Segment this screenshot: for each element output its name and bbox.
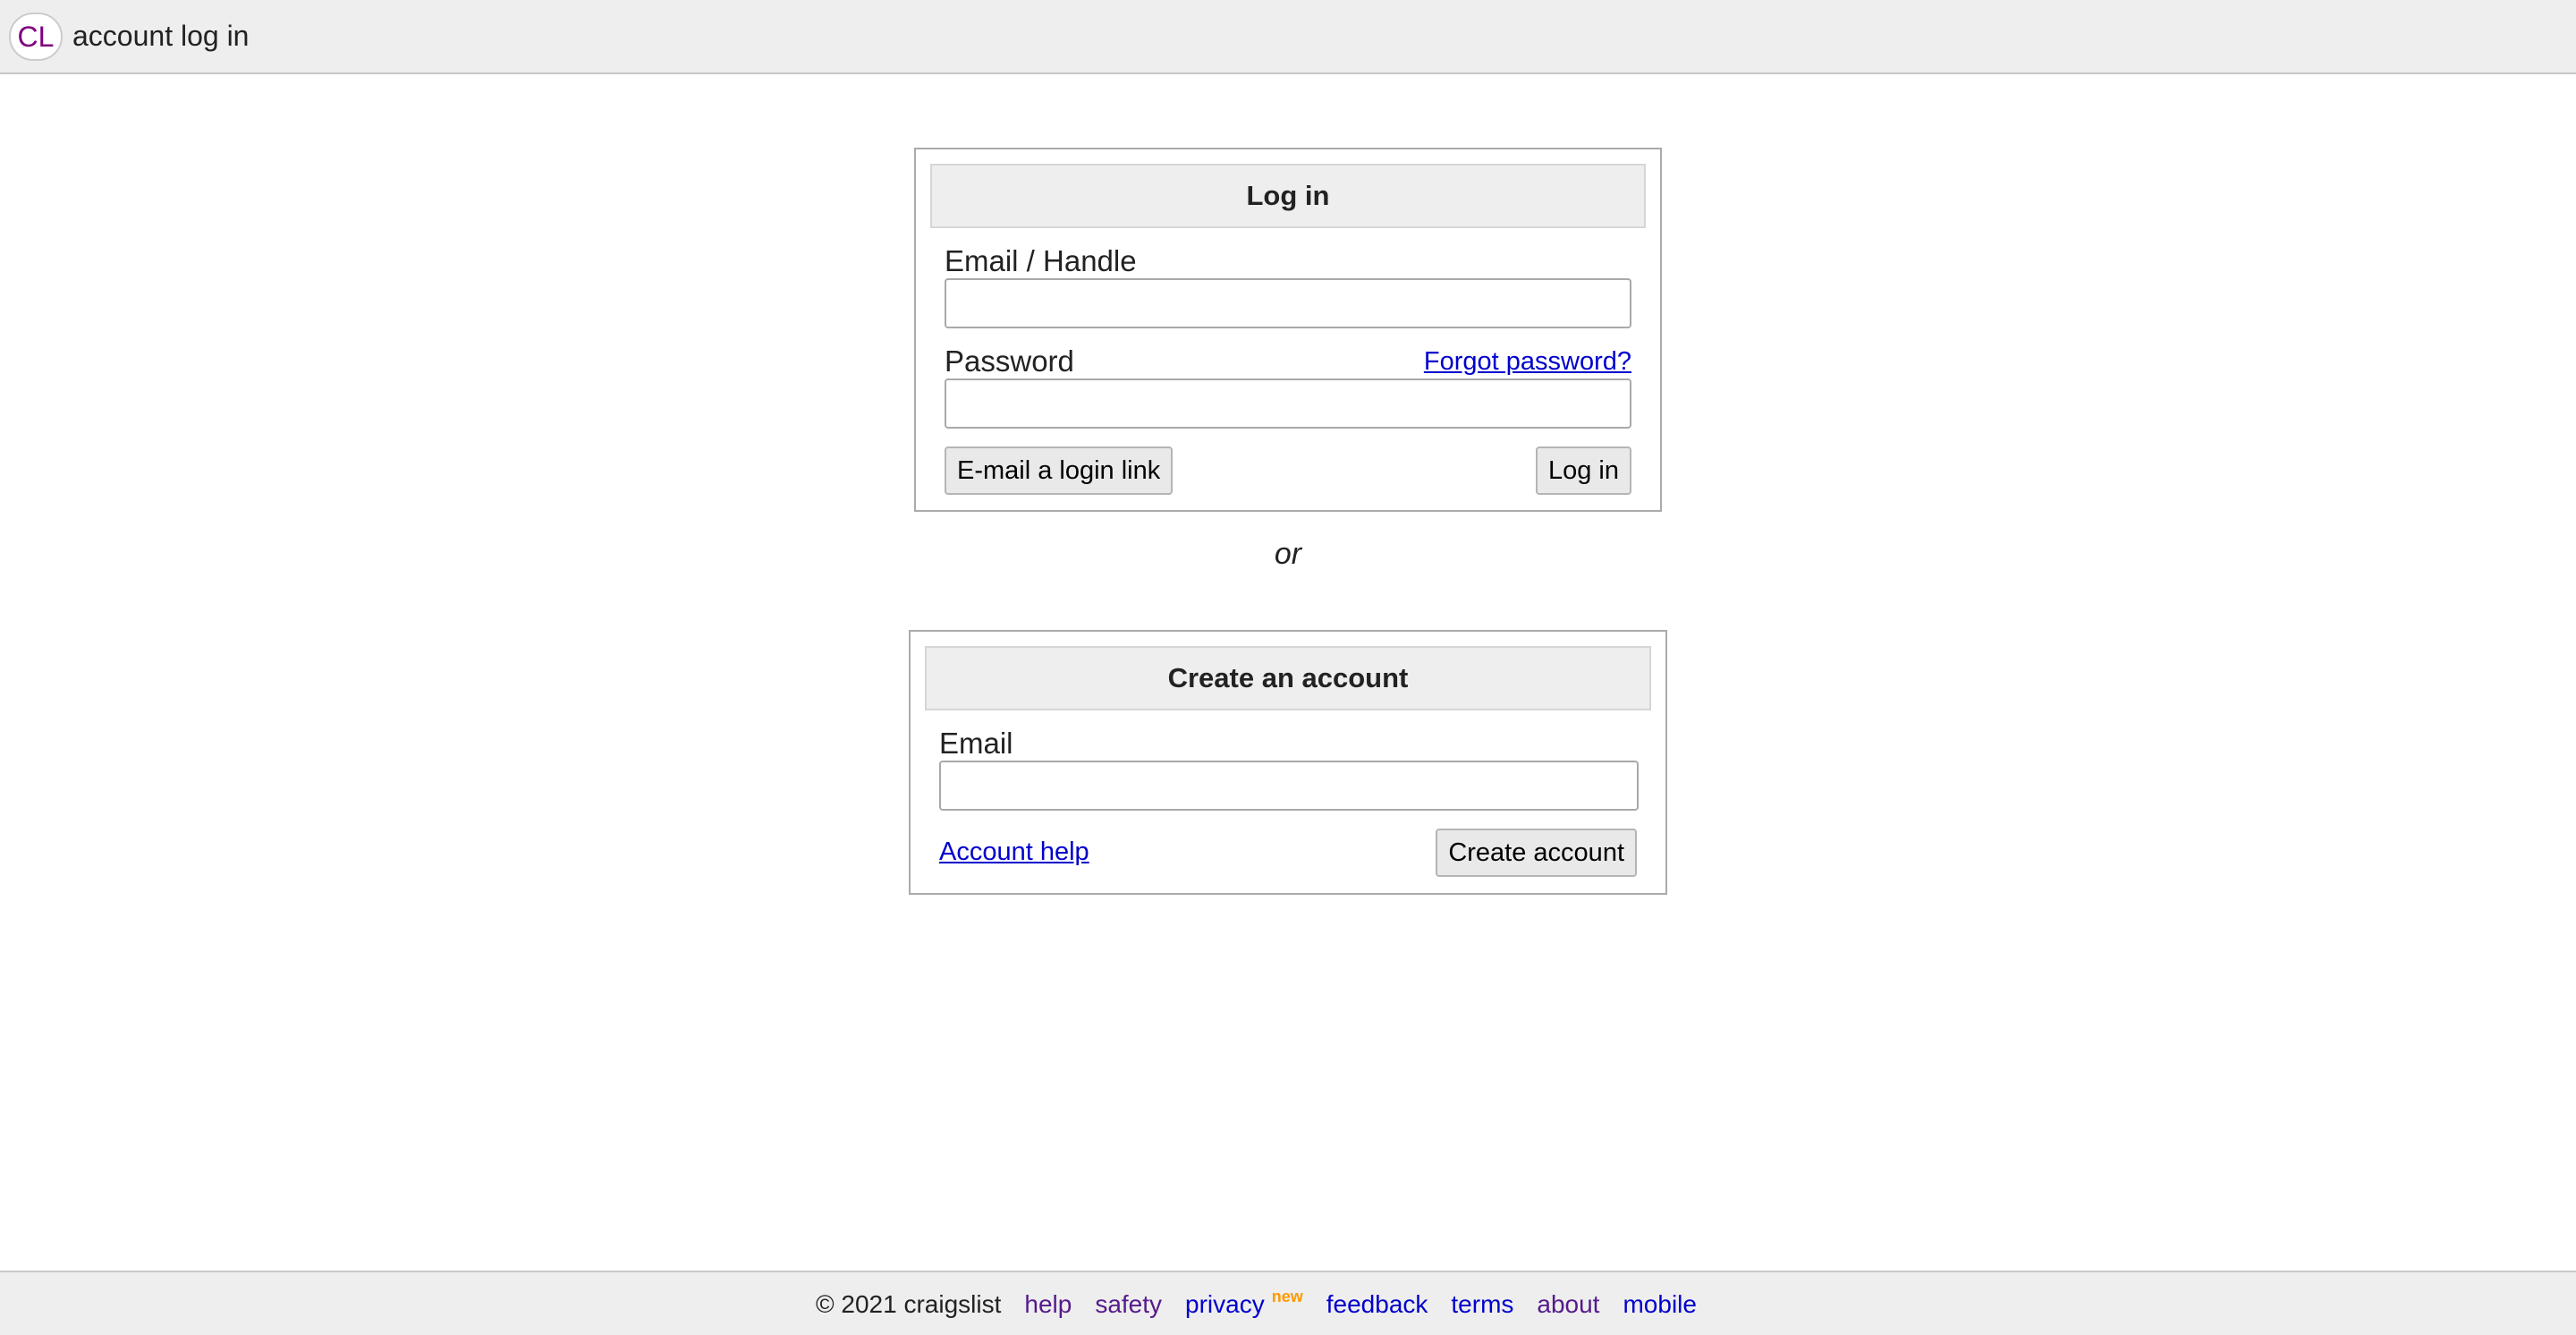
account-help-link[interactable]: Account help [939, 836, 1089, 868]
top-bar: CL account log in [0, 0, 2576, 74]
forgot-password-link[interactable]: Forgot password? [1424, 345, 1631, 378]
password-label: Password [945, 344, 1074, 378]
login-panel: Log in Email / Handle Password Forgot pa… [914, 148, 1662, 512]
new-badge: new [1271, 1288, 1303, 1305]
or-separator: or [1274, 537, 1302, 571]
create-email-label: Email [939, 727, 1013, 760]
footer-link-mobile[interactable]: mobile [1623, 1290, 1696, 1319]
footer-link-safety[interactable]: safety [1095, 1290, 1162, 1319]
copyright: © 2021 craigslist [816, 1290, 1002, 1318]
footer-link-privacy[interactable]: privacy [1185, 1290, 1265, 1319]
footer: © 2021 craigslist help safety privacy ne… [0, 1271, 2576, 1335]
footer-link-about[interactable]: about [1537, 1290, 1599, 1319]
email-handle-label: Email / Handle [945, 244, 1137, 277]
login-button[interactable]: Log in [1535, 446, 1631, 495]
email-login-link-button[interactable]: E-mail a login link [945, 446, 1174, 495]
craigslist-logo[interactable]: CL [9, 13, 63, 61]
password-field[interactable] [945, 378, 1631, 429]
footer-link-feedback[interactable]: feedback [1326, 1290, 1428, 1319]
create-account-heading: Create an account [925, 646, 1651, 710]
footer-link-help[interactable]: help [1024, 1290, 1072, 1319]
create-account-button[interactable]: Create account [1436, 829, 1637, 877]
create-account-panel: Create an account Email Account help Cre… [909, 630, 1667, 895]
login-heading: Log in [930, 164, 1646, 228]
footer-link-terms[interactable]: terms [1451, 1290, 1513, 1319]
create-email-field[interactable] [939, 761, 1639, 811]
footer-links: © 2021 craigslist help safety privacy ne… [816, 1288, 1697, 1326]
page-title: account log in [72, 20, 250, 52]
email-handle-field[interactable] [945, 278, 1631, 328]
